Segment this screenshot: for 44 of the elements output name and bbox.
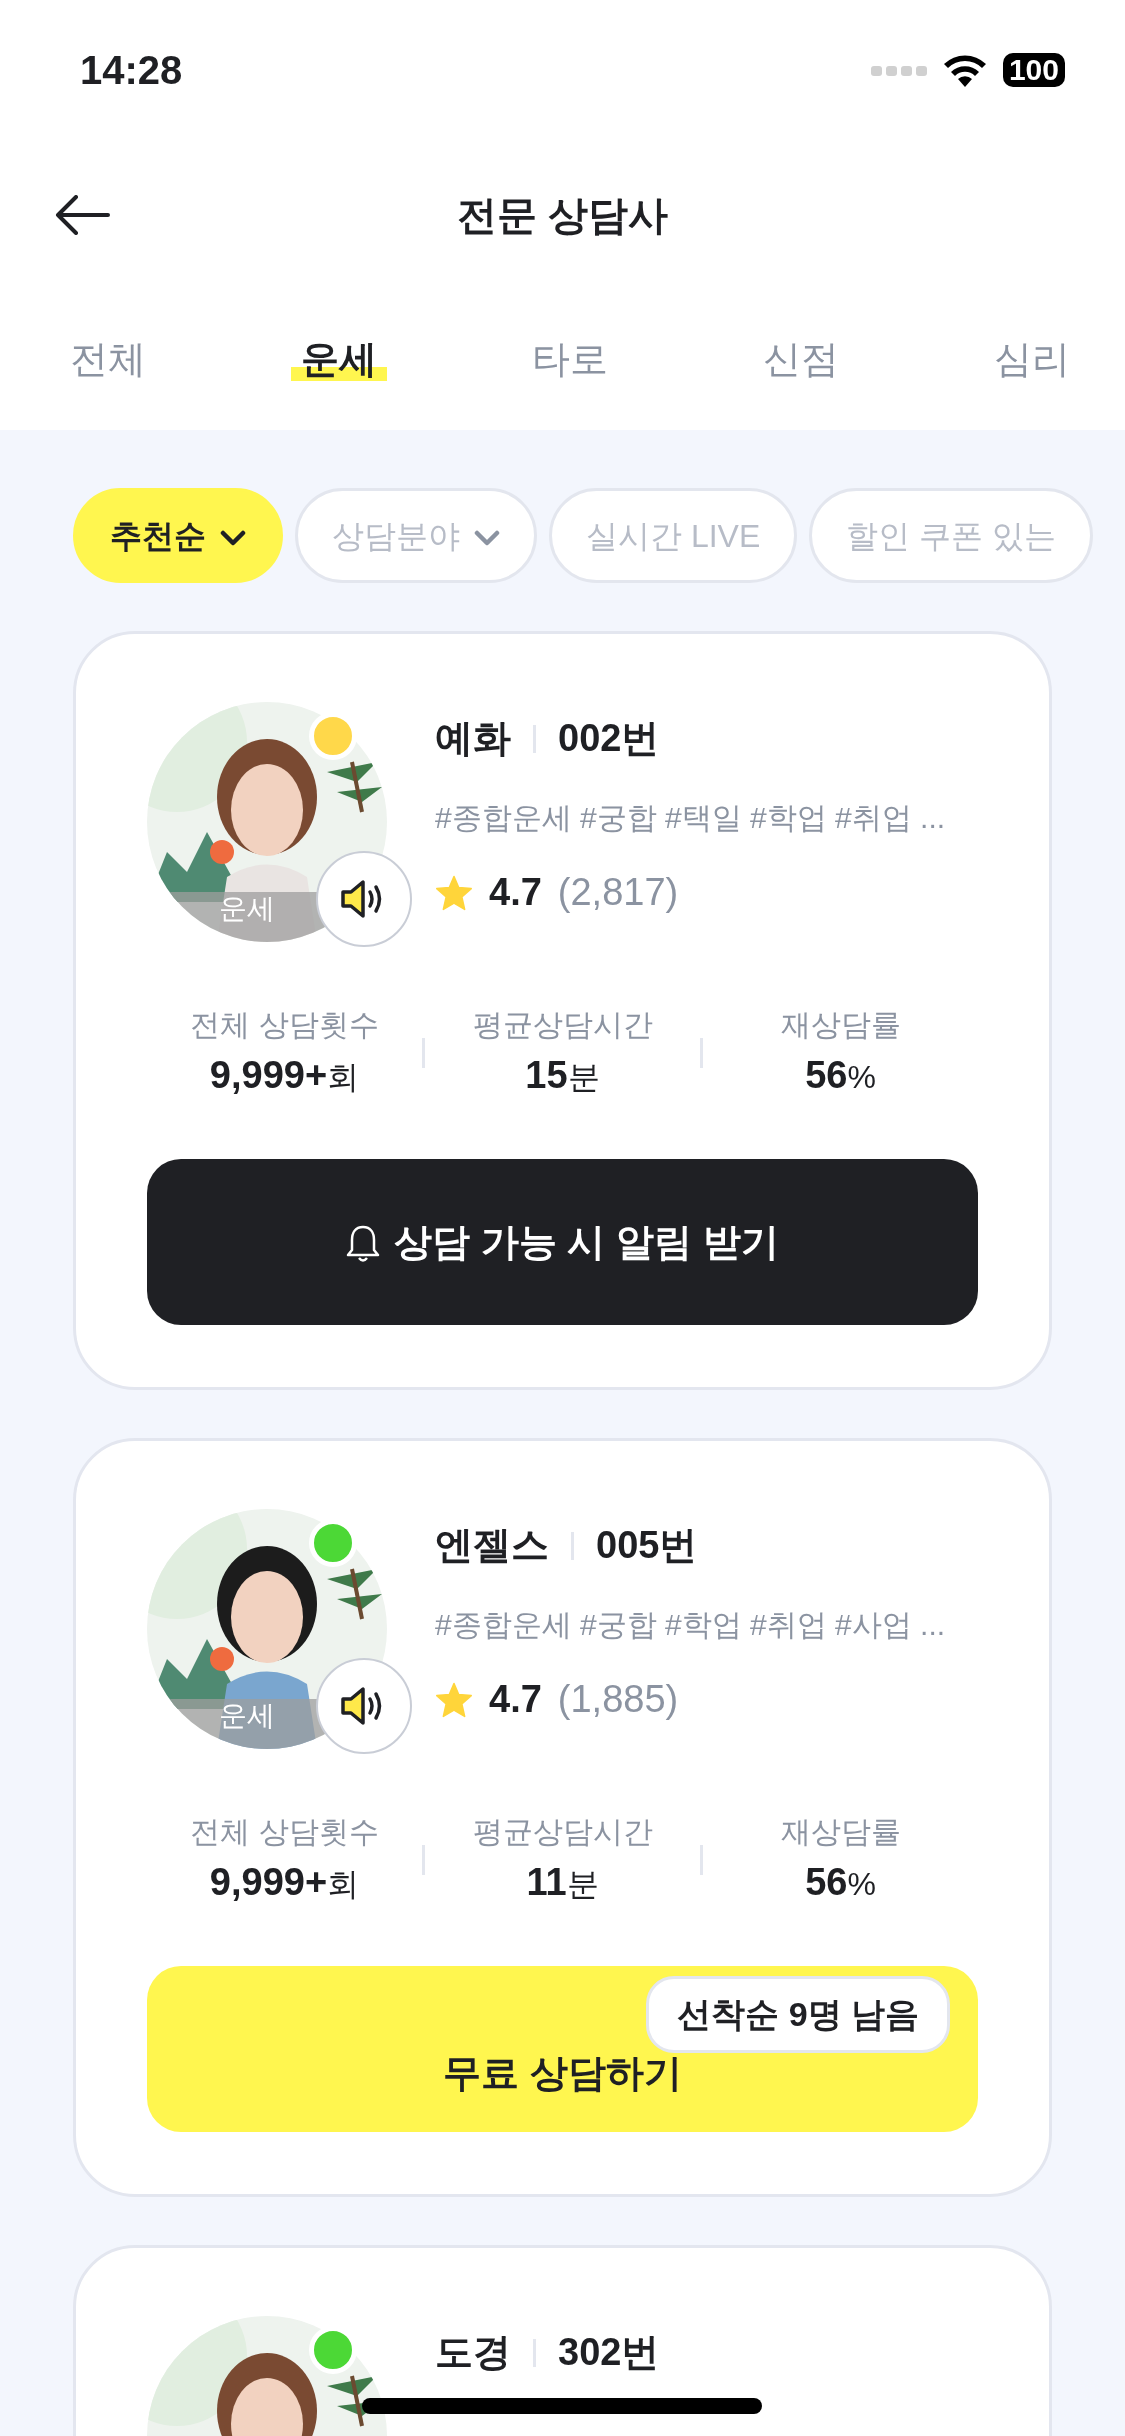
- stat-value: 56%: [804, 1053, 877, 1098]
- filter-chip[interactable]: 할인 쿠폰 있는: [809, 488, 1094, 583]
- stat-label: 평균상담시간: [471, 1007, 654, 1043]
- counselor-name: 엔젤스: [435, 1523, 549, 1568]
- filter-chip[interactable]: 추천순: [73, 488, 283, 583]
- category-tab[interactable]: 타로: [522, 337, 618, 383]
- star-icon: [435, 874, 473, 911]
- counselor-number: 002번: [558, 716, 660, 761]
- rating-score: 4.7: [489, 870, 542, 915]
- stat-value: 15분: [524, 1053, 601, 1098]
- counselor-name: 예화: [435, 716, 511, 761]
- stat-label: 전체 상담횟수: [189, 1007, 380, 1043]
- filter-chip[interactable]: 실시간 LIVE: [549, 488, 798, 583]
- stat-value: 56%: [804, 1860, 877, 1905]
- bell-icon: [346, 1224, 381, 1265]
- photo-label: 운세: [218, 892, 276, 926]
- review-count: (2,817): [557, 870, 679, 915]
- category-tab[interactable]: 신점: [753, 337, 849, 383]
- category-tab[interactable]: 전체: [60, 337, 156, 383]
- stat-value: 9,999+회: [208, 1860, 361, 1905]
- specialty-tags: #종합운세 #궁합 #택일 #학업 #취업 ...: [435, 795, 978, 840]
- notify-button[interactable]: 상담 가능 시 알림 받기: [147, 1159, 978, 1325]
- photo-label: 운세: [218, 1699, 276, 1733]
- stat-label: 평균상담시간: [471, 1814, 654, 1850]
- clock-time: 14:28: [80, 47, 183, 94]
- stat-label: 재상담률: [779, 1814, 902, 1850]
- page-title: 전문 상담사: [456, 192, 669, 239]
- review-count: (1,885): [557, 1677, 679, 1722]
- battery-level: 100: [1002, 53, 1065, 87]
- counselor-number: 302번: [558, 2330, 660, 2375]
- stat-value: 9,999+회: [208, 1053, 361, 1098]
- stat-value: 11분: [525, 1860, 600, 1905]
- filter-chip[interactable]: 상담분야: [295, 488, 537, 583]
- counselor-name: 도경: [435, 2330, 511, 2375]
- rating-score: 4.7: [489, 1677, 542, 1722]
- signal-icon: [870, 64, 927, 77]
- counselor-number: 005번: [596, 1523, 698, 1568]
- category-tab[interactable]: 심리: [984, 337, 1080, 383]
- remaining-tooltip: 선착순 9명 남음: [646, 1976, 950, 2053]
- stat-label: 전체 상담횟수: [189, 1814, 380, 1850]
- stat-label: 재상담률: [779, 1007, 902, 1043]
- star-icon: [435, 1681, 473, 1718]
- specialty-tags: #종합운세 #궁합 #학업 #취업 #사업 ...: [435, 1602, 978, 1647]
- wifi-icon: [942, 53, 987, 87]
